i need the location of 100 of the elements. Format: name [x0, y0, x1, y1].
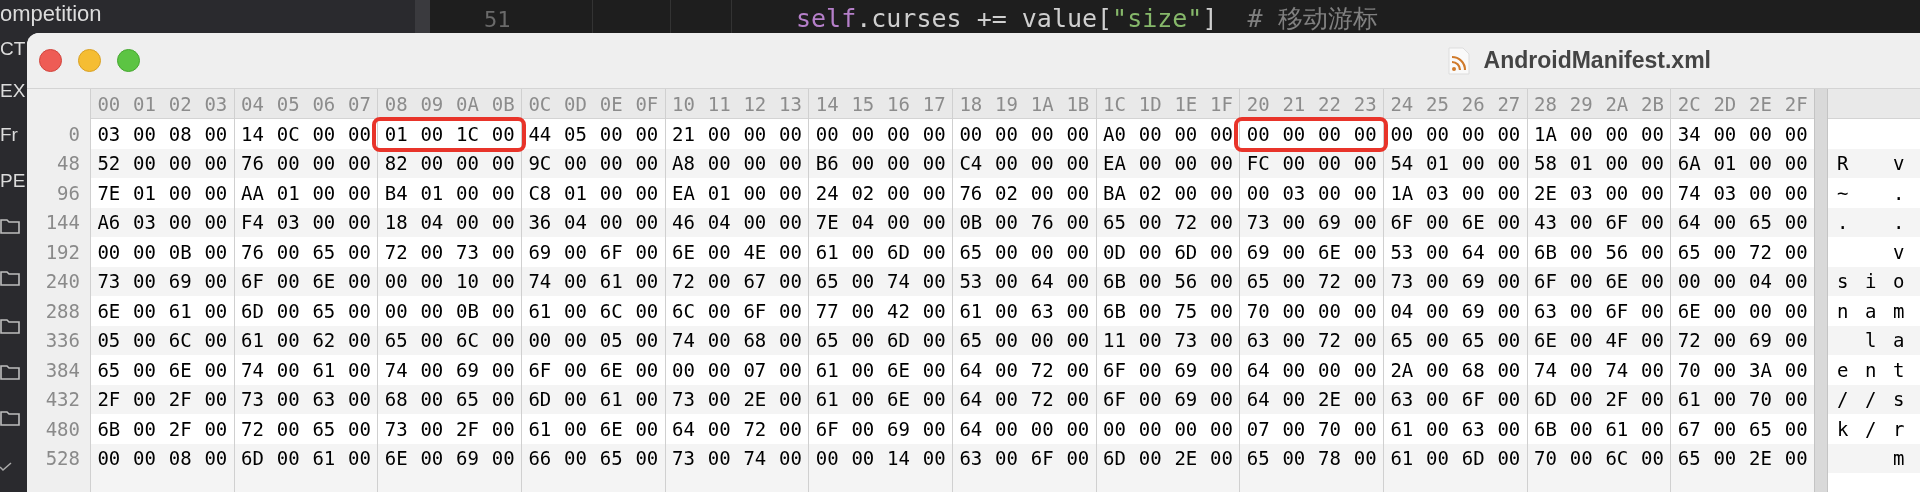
hex-byte: 00: [1318, 180, 1341, 206]
hex-byte: A6: [97, 210, 121, 235]
hex-byte: 00: [1569, 328, 1593, 353]
column-label: 2D: [1712, 92, 1738, 117]
hex-byte: 00: [1426, 416, 1449, 442]
hex-byte: 65: [1677, 239, 1701, 265]
hex-byte: 00: [1353, 446, 1377, 471]
hex-byte: 00: [1641, 121, 1664, 147]
hex-byte: 00: [851, 269, 875, 294]
hex-byte: 65: [1749, 210, 1772, 235]
hex-byte: 65: [959, 239, 983, 265]
hex-byte: 65: [1749, 416, 1772, 442]
hex-byte: 00: [1784, 269, 1808, 294]
hex-byte: 00: [1569, 446, 1593, 471]
column-label: 27: [1496, 92, 1522, 117]
hex-byte: 6F: [1605, 210, 1629, 235]
hex-byte: 00: [922, 210, 946, 235]
hex-byte: 00: [420, 298, 444, 324]
hex-byte: 00: [1282, 151, 1306, 176]
hex-byte: 00: [1497, 298, 1521, 324]
hex-byte: 00: [1318, 298, 1341, 324]
hex-byte: 61: [1605, 416, 1629, 442]
column-label: 0C: [527, 92, 553, 117]
hex-byte: 61: [312, 357, 336, 383]
hex-byte: 74: [528, 269, 552, 294]
hex-byte: 00: [1713, 416, 1737, 442]
hex-byte: 00: [1030, 328, 1054, 353]
hex-byte: 00: [564, 357, 587, 383]
sidebar-item[interactable]: EX: [0, 78, 26, 104]
hex-byte: 00: [1569, 210, 1593, 235]
hex-byte: 02: [1138, 180, 1162, 206]
folder-icon[interactable]: [0, 216, 20, 236]
scrollbar[interactable]: [415, 0, 430, 33]
hex-byte: 6E: [1534, 328, 1557, 353]
hex-byte: 00: [1605, 121, 1629, 147]
folder-icon[interactable]: [0, 268, 20, 288]
hex-byte: 6E: [599, 416, 623, 442]
hex-byte: 00: [1605, 180, 1629, 206]
hex-byte: 00: [1569, 357, 1593, 383]
hex-byte: 64: [1246, 357, 1270, 383]
hex-byte: 00: [922, 121, 946, 147]
hex-byte: 00: [1569, 121, 1593, 147]
hex-byte: 00: [635, 387, 659, 412]
sidebar-item[interactable]: ompetition: [0, 0, 102, 28]
hex-byte: 00: [133, 416, 156, 442]
hex-byte: 65: [384, 328, 408, 353]
hex-byte: 36: [528, 210, 552, 235]
hex-byte: 02: [851, 180, 875, 206]
hex-byte: 00: [1497, 416, 1521, 442]
hex-byte: 00: [1138, 210, 1162, 235]
hex-byte: 14: [241, 121, 264, 147]
hex-byte: 00: [635, 446, 659, 471]
sidebar-item[interactable]: PE: [0, 168, 26, 194]
hex-byte: 00: [922, 298, 946, 324]
hex-byte: 00: [1246, 121, 1270, 147]
hex-byte: 6D: [241, 298, 264, 324]
hex-byte: 64: [1246, 387, 1270, 412]
hex-byte: 00: [276, 239, 300, 265]
hex-byte: 65: [312, 298, 336, 324]
hex-byte: 00: [1210, 180, 1233, 206]
hex-byte: 34: [1677, 121, 1701, 147]
hex-byte: 00: [1138, 357, 1162, 383]
sidebar-item[interactable]: CT: [0, 36, 26, 62]
hex-byte: 00: [276, 446, 300, 471]
column-label: 13: [778, 92, 803, 117]
hex-byte: 61: [1390, 446, 1414, 471]
folder-icon[interactable]: [0, 316, 20, 336]
hex-byte: 6C: [168, 328, 192, 353]
hex-byte: 00: [779, 446, 802, 471]
hex-byte: 70: [1749, 387, 1772, 412]
hex-byte: 70: [1677, 357, 1701, 383]
hex-byte: 00: [1066, 298, 1090, 324]
column-label: 08: [383, 92, 409, 117]
hex-byte: 00: [1426, 121, 1449, 147]
hex-byte: F4: [241, 210, 264, 235]
column-label: 07: [347, 92, 372, 117]
hex-byte: 00: [276, 328, 300, 353]
hex-byte: 65: [312, 239, 336, 265]
hex-byte: 00: [1174, 416, 1198, 442]
close-button[interactable]: [39, 49, 62, 72]
folder-icon[interactable]: [0, 362, 20, 382]
hex-byte: 6F: [1103, 387, 1126, 412]
sidebar-item[interactable]: Fr: [0, 122, 18, 148]
hex-byte: 08: [168, 121, 192, 147]
ascii-text: la: [1864, 328, 1920, 353]
offset-label: 336: [45, 328, 80, 353]
hex-byte: 00: [204, 151, 228, 176]
hex-byte: 00: [779, 269, 802, 294]
hex-byte: 24: [815, 180, 839, 206]
folder-icon[interactable]: [0, 408, 20, 428]
hex-byte: 4F: [1605, 328, 1629, 353]
hex-byte: 00: [1353, 416, 1377, 442]
column-label: 15: [850, 92, 876, 117]
hex-byte: 4E: [743, 239, 767, 265]
column-label: 0A: [455, 92, 480, 117]
hex-byte: 00: [1138, 416, 1162, 442]
hex-byte: B4: [384, 180, 408, 206]
hex-byte: A0: [1103, 121, 1126, 147]
hex-byte: 72: [1174, 210, 1198, 235]
hex-byte: 00: [348, 357, 371, 383]
